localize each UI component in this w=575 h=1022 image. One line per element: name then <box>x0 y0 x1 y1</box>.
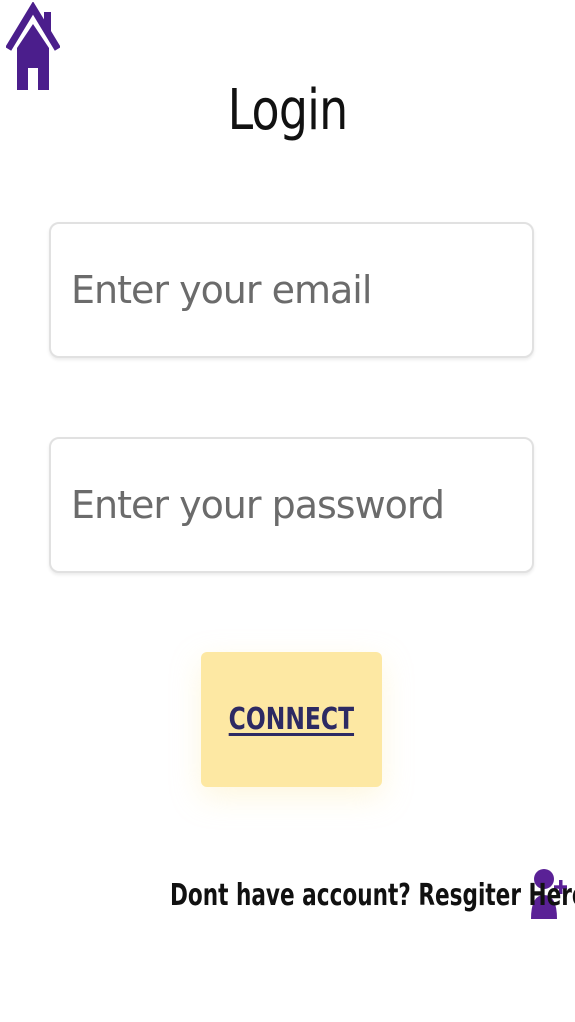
register-prompt: Dont have account? Resgiter Here <box>0 865 575 925</box>
password-field-wrapper <box>49 437 534 573</box>
email-input[interactable] <box>51 224 532 356</box>
connect-button-label: CONNECT <box>228 702 355 737</box>
register-link[interactable]: Resgiter Here <box>419 878 575 913</box>
password-input[interactable] <box>51 439 532 571</box>
page-title: Login <box>227 78 349 143</box>
register-text: Dont have account? Resgiter Here <box>170 878 575 913</box>
connect-button[interactable]: CONNECT <box>201 652 382 787</box>
register-question: Dont have account? <box>170 877 419 913</box>
email-field-wrapper <box>49 222 534 358</box>
